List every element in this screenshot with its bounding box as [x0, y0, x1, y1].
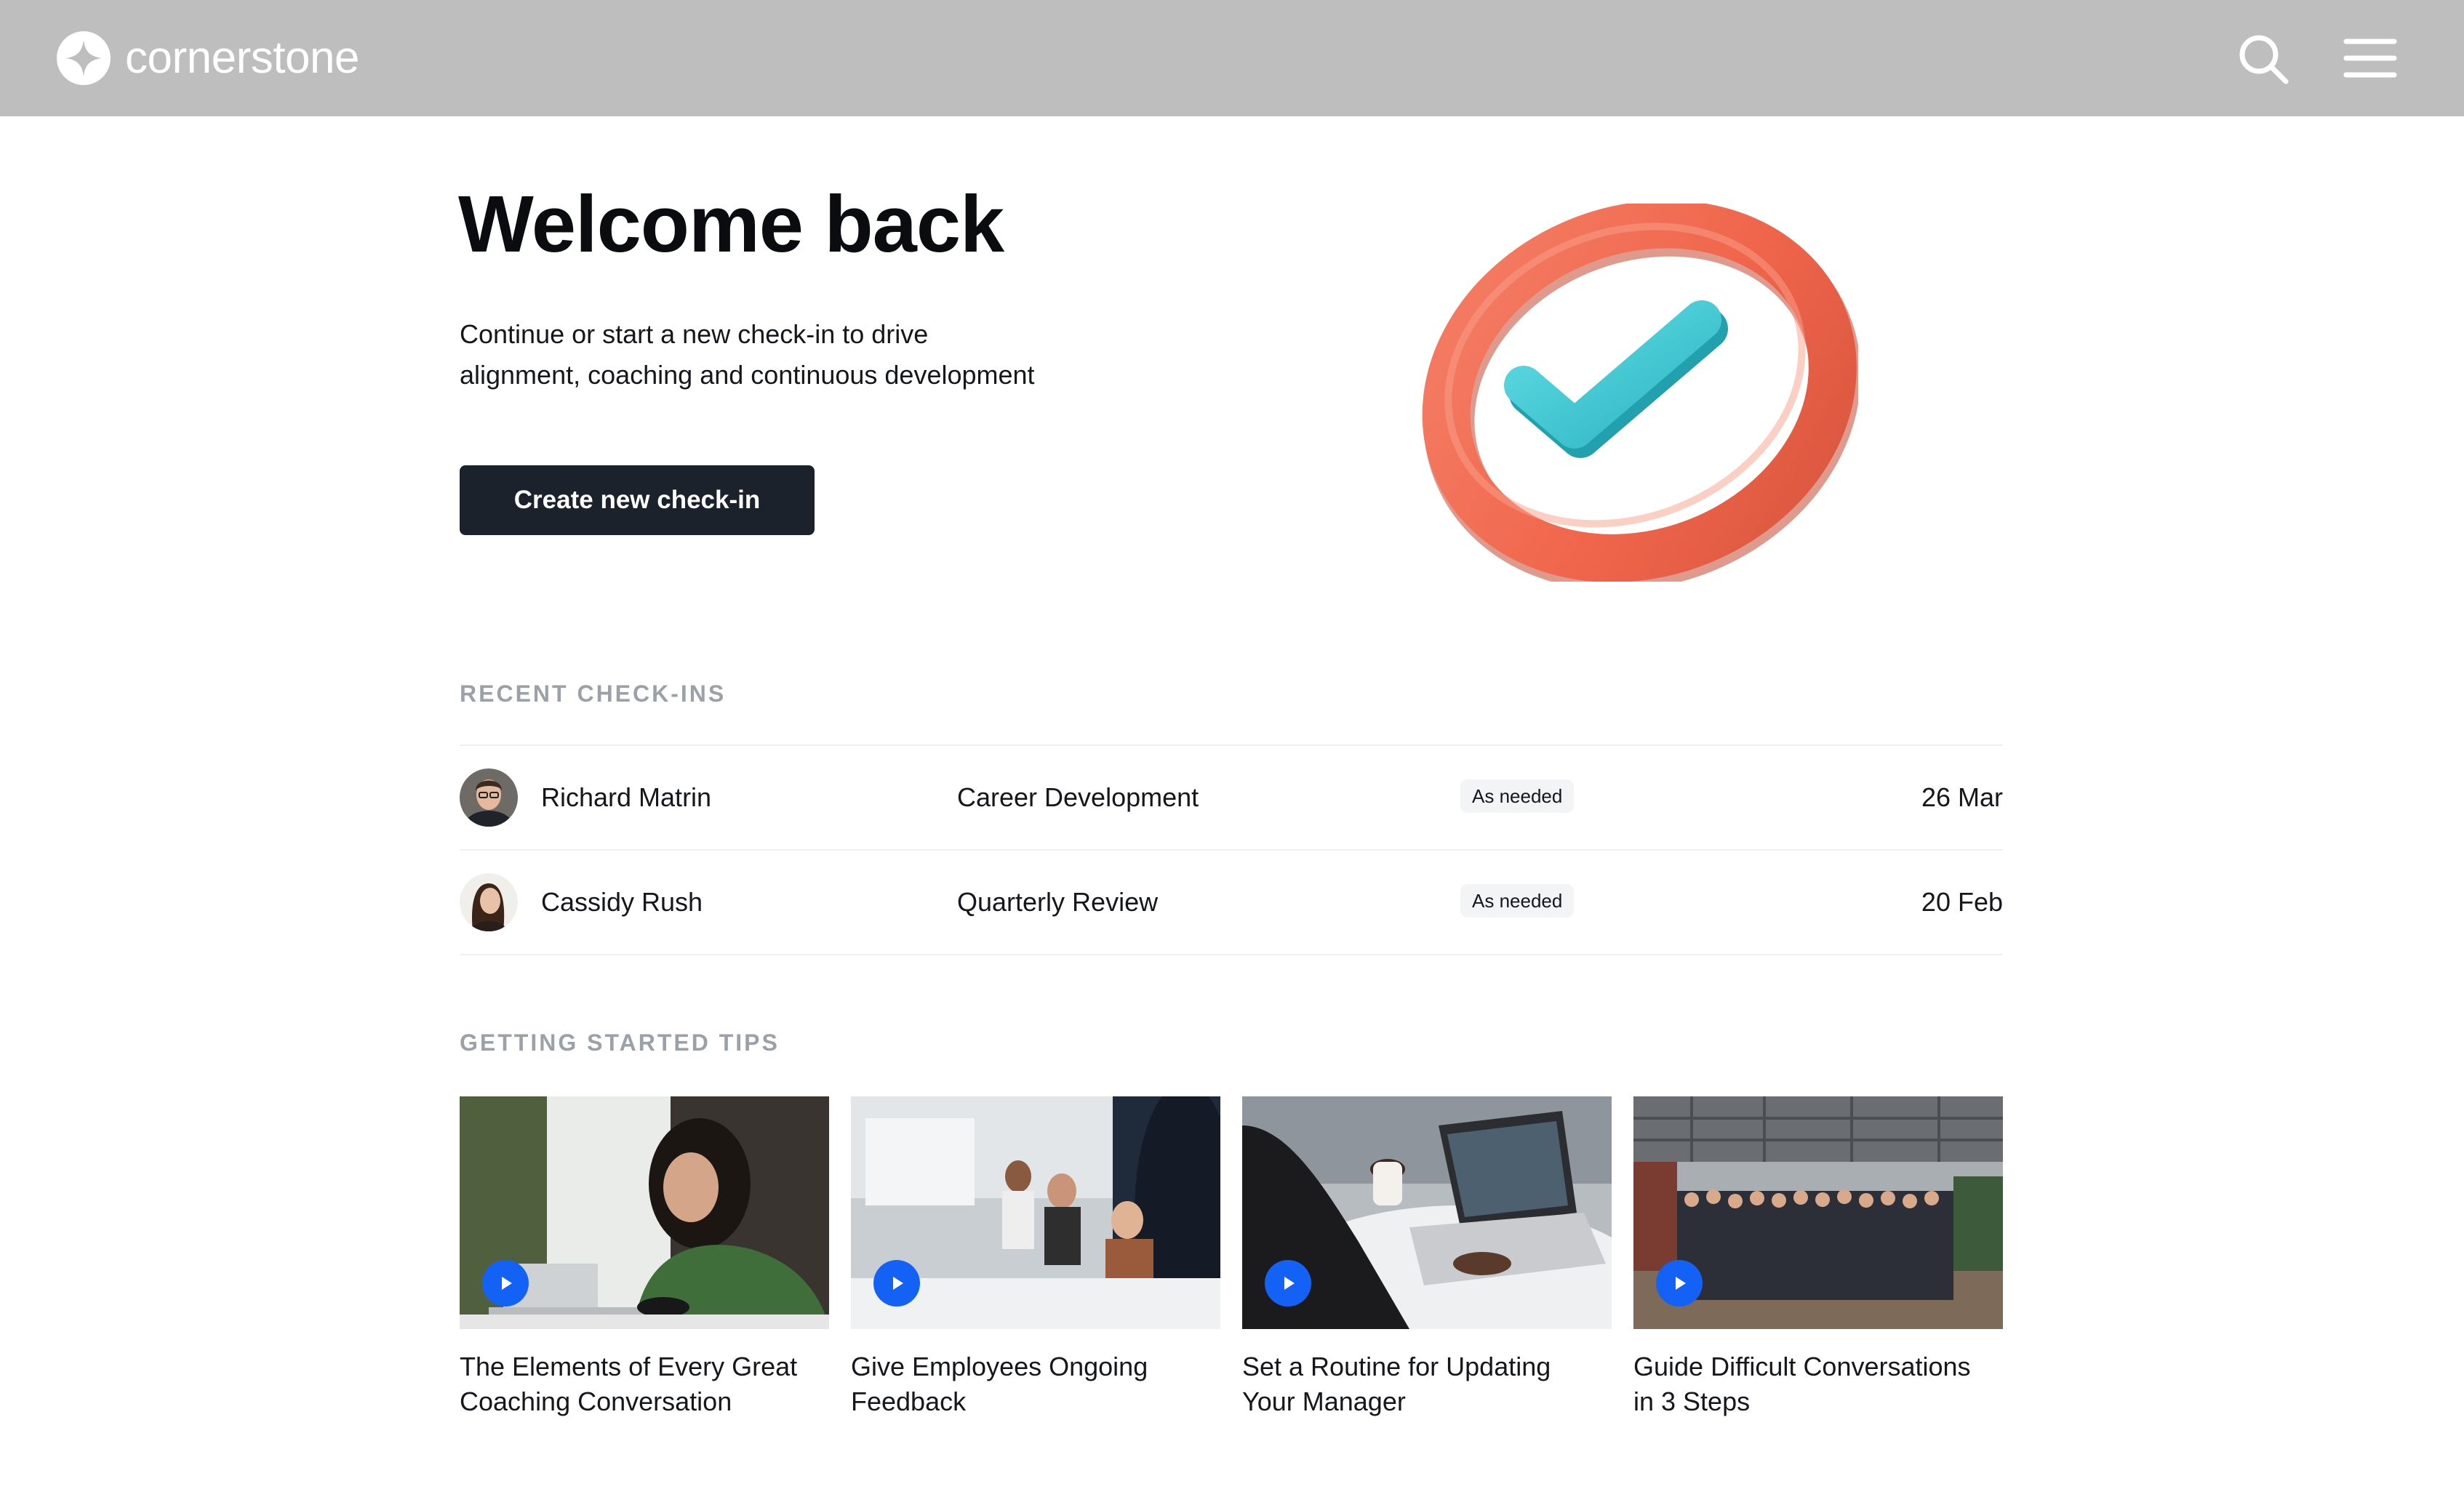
video-thumbnail[interactable]: [851, 1096, 1220, 1329]
tip-title-line1: Give Employees Ongoing: [851, 1352, 1148, 1381]
tip-title: The Elements of Every Great Coaching Con…: [460, 1349, 829, 1419]
tip-card[interactable]: Set a Routine for Updating Your Manager: [1242, 1096, 1612, 1419]
recent-check-ins-heading: RECENT CHECK-INS: [460, 681, 727, 707]
tip-title-line2: Your Manager: [1242, 1386, 1406, 1416]
frequency-badge: As needed: [1460, 779, 1575, 813]
tips-grid: The Elements of Every Great Coaching Con…: [460, 1096, 2003, 1431]
check-in-date: 26 Mar: [1921, 782, 2003, 812]
check-in-row[interactable]: Cassidy Rush Quarterly Review As needed …: [460, 851, 2003, 955]
play-icon[interactable]: [1265, 1260, 1311, 1307]
tip-title: Give Employees Ongoing Feedback: [851, 1349, 1220, 1419]
cornerstone-logo-icon: [57, 31, 111, 85]
tip-title-line1: Guide Difficult Conversations: [1633, 1352, 1971, 1381]
check-in-person-name: Cassidy Rush: [541, 887, 703, 917]
brand-name: cornerstone: [125, 33, 359, 83]
play-icon[interactable]: [873, 1260, 920, 1307]
tip-title-line1: The Elements of Every Great: [460, 1352, 798, 1381]
hero-subtitle-line2: alignment, coaching and continuous devel…: [460, 360, 1035, 390]
page-title: Welcome back: [458, 180, 1004, 269]
top-navigation-bar: cornerstone: [0, 0, 2464, 116]
hamburger-menu-icon[interactable]: [2343, 38, 2397, 79]
tip-title: Guide Difficult Conversations in 3 Steps: [1633, 1349, 2003, 1419]
play-icon[interactable]: [1656, 1260, 1703, 1307]
checkmark-badge-illustration: [1422, 204, 1858, 582]
recent-check-ins-list: Richard Matrin Career Development As nee…: [460, 744, 2003, 955]
video-thumbnail[interactable]: [460, 1096, 829, 1329]
tip-title-line2: in 3 Steps: [1633, 1386, 1751, 1416]
tip-title-line2: Feedback: [851, 1386, 967, 1416]
avatar: [460, 768, 518, 827]
check-in-row[interactable]: Richard Matrin Career Development As nee…: [460, 746, 2003, 851]
hero-subtitle-line1: Continue or start a new check-in to driv…: [460, 319, 929, 349]
cornerstone-logo[interactable]: cornerstone: [57, 29, 359, 87]
getting-started-tips-heading: GETTING STARTED TIPS: [460, 1030, 780, 1056]
check-in-person-name: Richard Matrin: [541, 782, 712, 812]
tip-card[interactable]: Guide Difficult Conversations in 3 Steps: [1633, 1096, 2003, 1419]
avatar: [460, 873, 518, 931]
check-in-type: Career Development: [957, 782, 1199, 812]
search-icon[interactable]: [2236, 32, 2290, 86]
frequency-badge: As needed: [1460, 884, 1575, 918]
create-new-check-in-button[interactable]: Create new check-in: [460, 465, 815, 535]
video-thumbnail[interactable]: [1633, 1096, 2003, 1329]
tip-title: Set a Routine for Updating Your Manager: [1242, 1349, 1612, 1419]
check-in-type: Quarterly Review: [957, 887, 1159, 917]
video-thumbnail[interactable]: [1242, 1096, 1612, 1329]
tip-title-line2: Coaching Conversation: [460, 1386, 732, 1416]
tip-card[interactable]: Give Employees Ongoing Feedback: [851, 1096, 1220, 1419]
check-in-date: 20 Feb: [1921, 887, 2003, 917]
tip-title-line1: Set a Routine for Updating: [1242, 1352, 1551, 1381]
play-icon[interactable]: [482, 1260, 529, 1307]
hero-subtitle: Continue or start a new check-in to driv…: [460, 314, 1100, 396]
tip-card[interactable]: The Elements of Every Great Coaching Con…: [460, 1096, 829, 1419]
